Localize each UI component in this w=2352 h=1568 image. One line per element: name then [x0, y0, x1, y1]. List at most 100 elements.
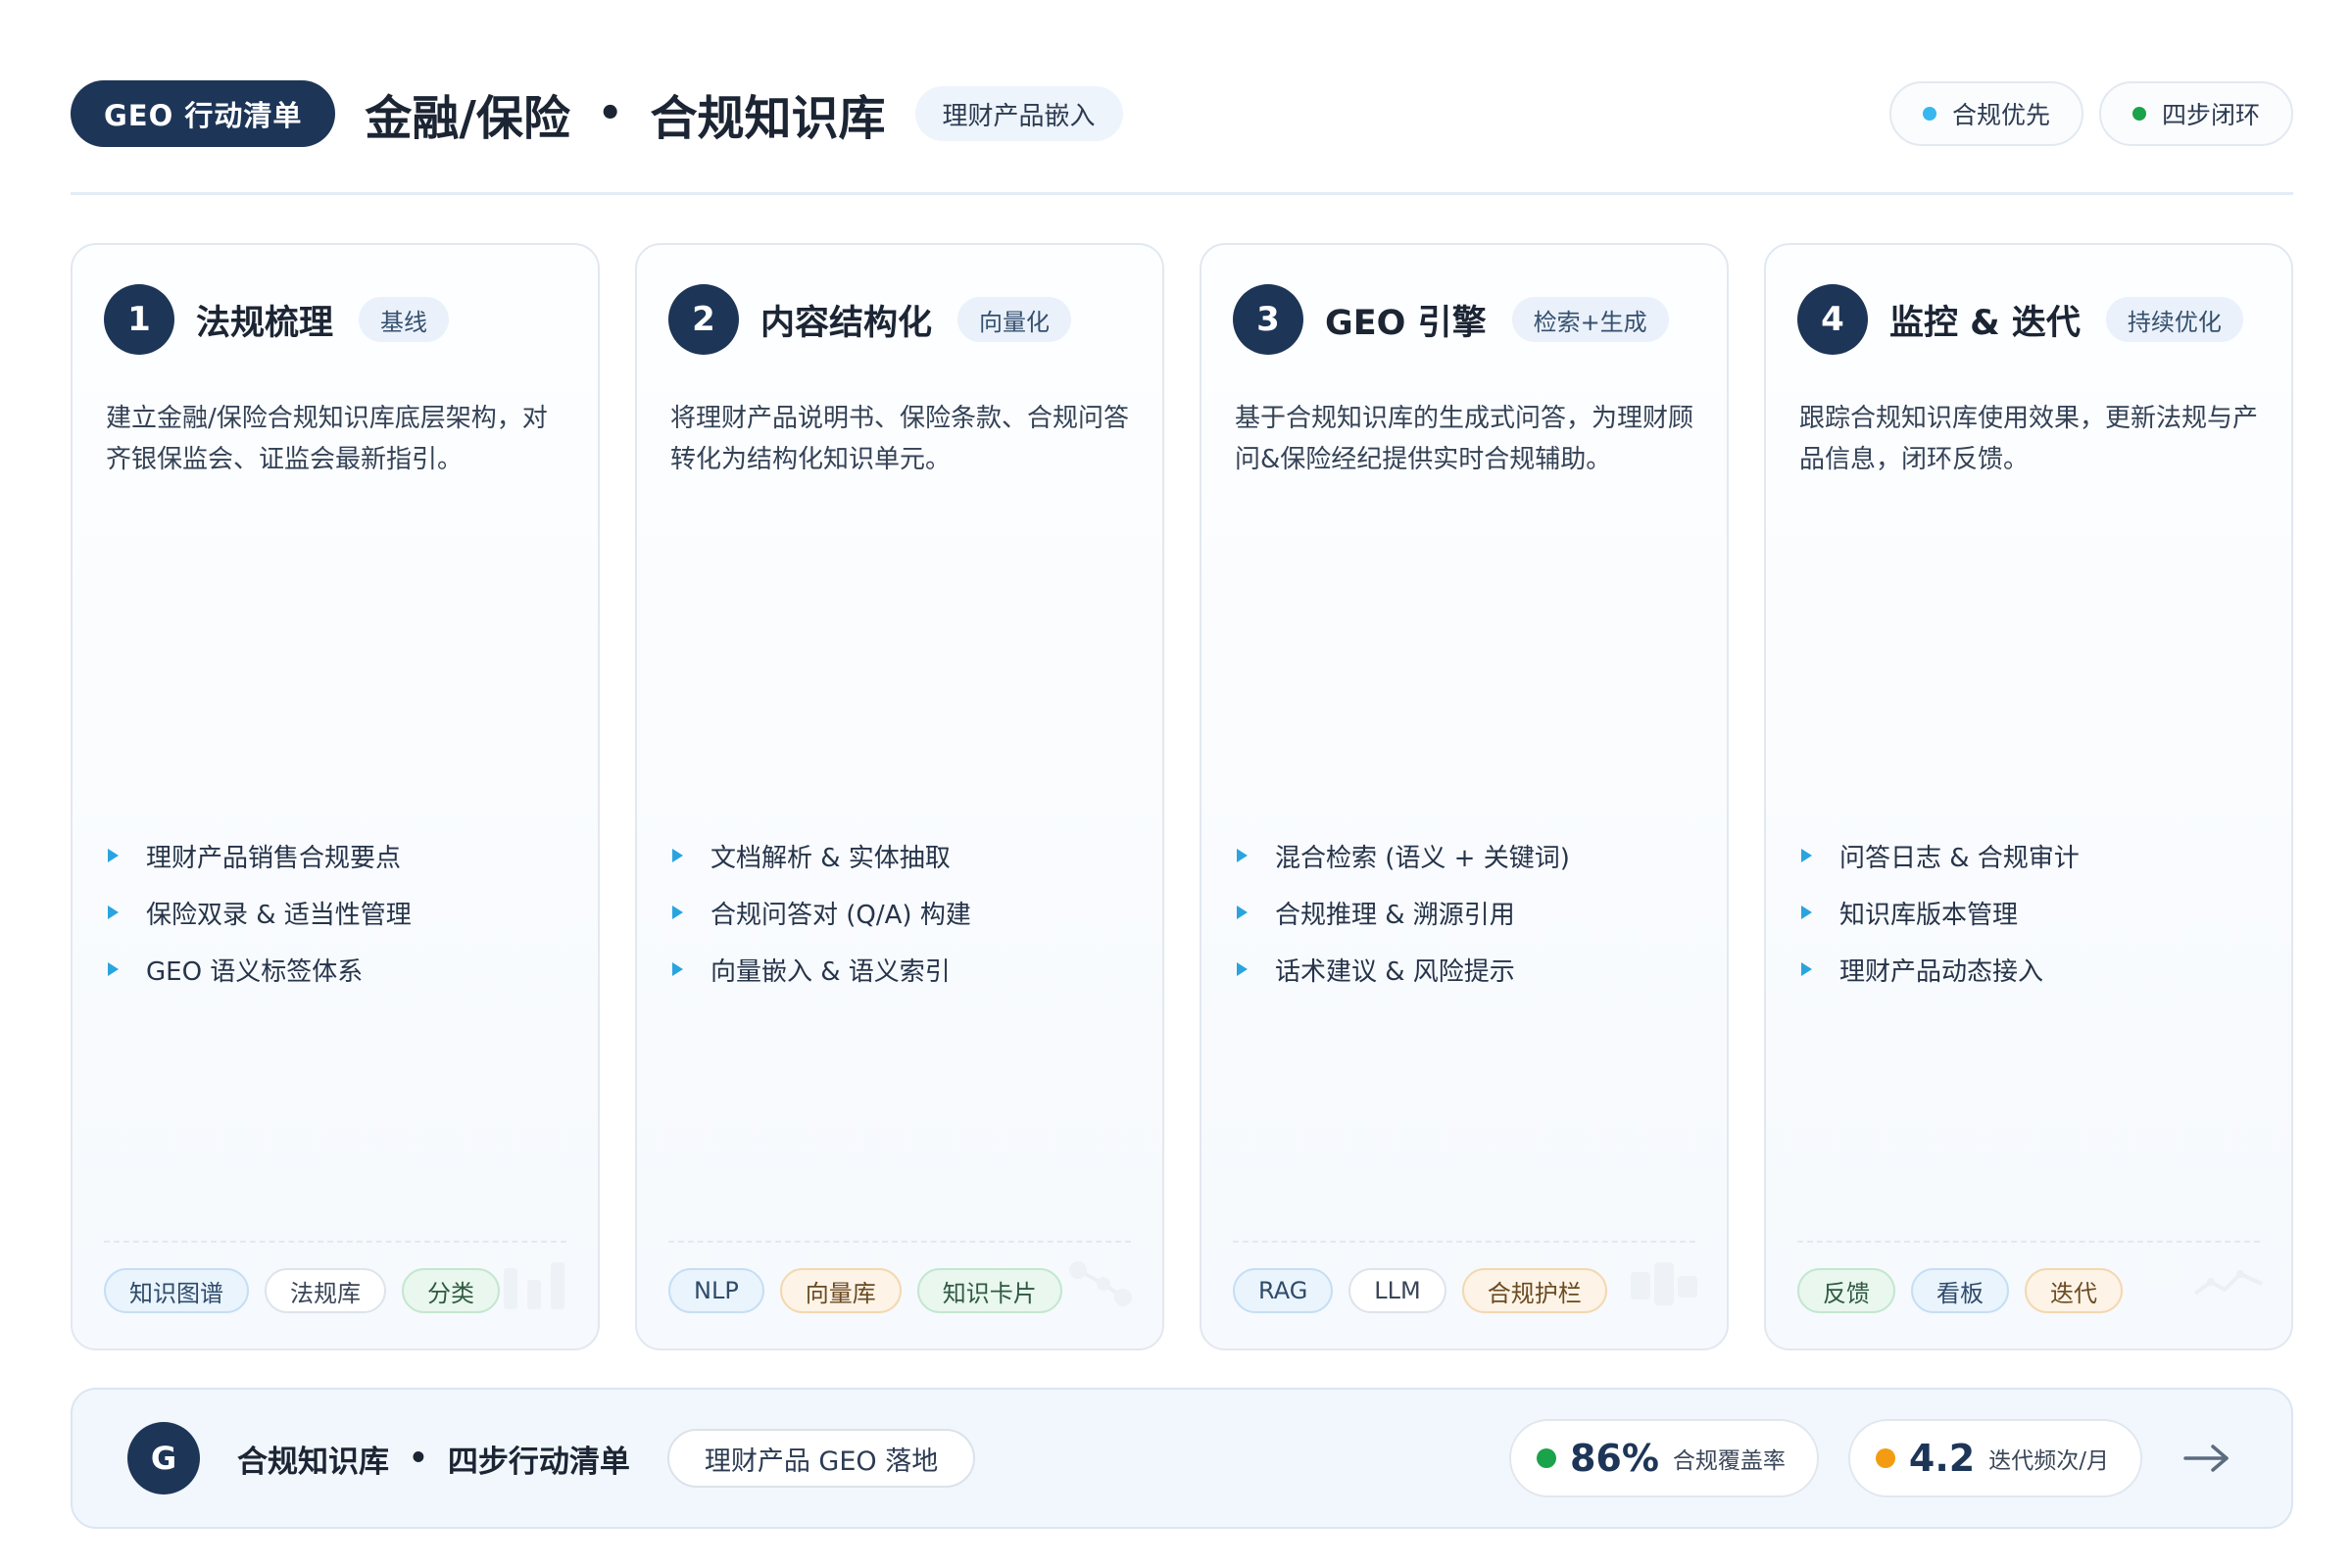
subtitle-chip[interactable]: 理财产品嵌入 — [914, 86, 1123, 141]
status-label: 四步闭环 — [2161, 101, 2260, 129]
card-divider — [668, 1241, 1131, 1243]
metric-label: 合规覆盖率 — [1672, 1448, 1786, 1474]
list-item: 知识库版本管理 — [1801, 884, 2262, 941]
card-tag: 持续优化 — [2105, 297, 2243, 342]
triangle-bullet-icon — [1237, 849, 1248, 862]
card-bullet-list: 理财产品销售合规要点 保险双录 & 适当性管理 GEO 语义标签体系 — [108, 827, 568, 998]
list-item: GEO 语义标签体系 — [108, 941, 568, 998]
bullet-text: 合规问答对 (Q/A) 构建 — [710, 900, 971, 930]
header-divider — [71, 192, 2293, 195]
card-tag: 向量化 — [957, 297, 1072, 342]
status-pill-compliance[interactable]: 合规优先 — [1888, 81, 2083, 146]
arrow-right-icon[interactable] — [2178, 1429, 2236, 1488]
card-title: 内容结构化 — [760, 303, 933, 343]
triangle-bullet-icon — [1801, 906, 1812, 919]
card-description: 跟踪合规知识库使用效果，更新法规与产品信息，闭环反馈。 — [1799, 404, 2259, 474]
list-item: 理财产品销售合规要点 — [108, 827, 568, 884]
bullet-text: 合规推理 & 溯源引用 — [1275, 900, 1515, 930]
step-card-2[interactable]: 2 内容结构化 向量化 将理财产品说明书、保险条款、合规问答转化为结构化知识单元… — [635, 243, 1164, 1350]
list-item: 话术建议 & 风险提示 — [1237, 941, 1697, 998]
summary-bar: G 合规知识库 • 四步行动清单 理财产品 GEO 落地 86% 合规覆盖率 4… — [71, 1388, 2293, 1529]
chip-iteration[interactable]: 迭代 — [2025, 1268, 2123, 1313]
status-group: 合规优先 四步闭环 — [1888, 81, 2293, 146]
card-tag: 基线 — [359, 297, 450, 342]
bullet-text: 问答日志 & 合规审计 — [1839, 843, 2080, 873]
chip-llm[interactable]: LLM — [1348, 1268, 1446, 1313]
card-title: 监控 & 迭代 — [1889, 303, 2081, 343]
step-number: 4 — [1797, 284, 1868, 355]
card-bullet-list: 混合检索 (语义 + 关键词) 合规推理 & 溯源引用 话术建议 & 风险提示 — [1237, 827, 1697, 998]
card-chips: RAG LLM 合规护栏 — [1233, 1268, 1607, 1313]
page: GEO 行动清单 金融/保险 • 合规知识库 理财产品嵌入 合规优先 四步闭环 … — [0, 0, 2352, 1568]
metric-coverage[interactable]: 86% 合规覆盖率 — [1508, 1419, 1819, 1497]
bullet-text: 理财产品动态接入 — [1839, 956, 2044, 987]
page-title-right: 合规知识库 — [650, 91, 886, 146]
chip-regulation-library[interactable]: 法规库 — [265, 1268, 386, 1313]
bullet-text: 理财产品销售合规要点 — [146, 843, 402, 873]
card-header: 4 监控 & 迭代 持续优化 — [1797, 284, 2243, 355]
chip-feedback[interactable]: 反馈 — [1797, 1268, 1895, 1313]
triangle-bullet-icon — [672, 849, 683, 862]
card-chips: 反馈 看板 迭代 — [1797, 1268, 2123, 1313]
triangle-bullet-icon — [1801, 849, 1812, 862]
card-header: 2 内容结构化 向量化 — [668, 284, 1072, 355]
step-number: 1 — [104, 284, 174, 355]
bar-chart-icon — [504, 1262, 564, 1309]
summary-title-left: 合规知识库 — [237, 1444, 389, 1480]
triangle-bullet-icon — [1237, 962, 1248, 976]
card-tag: 检索+生成 — [1511, 297, 1669, 342]
summary-title-right: 四步行动清单 — [447, 1444, 630, 1480]
chip-knowledge-graph[interactable]: 知识图谱 — [104, 1268, 249, 1313]
step-cards: 1 法规梳理 基线 建立金融/保险合规知识库底层架构，对齐银保监会、证监会最新指… — [71, 243, 2293, 1350]
page-title: 金融/保险 • 合规知识库 — [365, 79, 885, 148]
triangle-bullet-icon — [672, 962, 683, 976]
triangle-bullet-icon — [108, 849, 119, 862]
line-trend-icon — [2193, 1270, 2263, 1296]
bullet-text: 向量嵌入 & 语义索引 — [710, 956, 951, 987]
chip-classification[interactable]: 分类 — [402, 1268, 500, 1313]
bullet-text: GEO 语义标签体系 — [146, 956, 364, 987]
card-divider — [1233, 1241, 1695, 1243]
summary-chip[interactable]: 理财产品 GEO 落地 — [666, 1429, 976, 1488]
status-pill-loop[interactable]: 四步闭环 — [2098, 81, 2293, 146]
bullet-text: 保险双录 & 适当性管理 — [146, 900, 412, 930]
metric-dot-icon — [1536, 1448, 1556, 1468]
card-header: 1 法规梳理 基线 — [104, 284, 450, 355]
metric-dot-icon — [1875, 1448, 1895, 1468]
list-item: 合规推理 & 溯源引用 — [1237, 884, 1697, 941]
metric-iteration-frequency[interactable]: 4.2 迭代频次/月 — [1847, 1419, 2142, 1497]
chip-compliance-guardrail[interactable]: 合规护栏 — [1461, 1268, 1607, 1313]
chip-vector-store[interactable]: 向量库 — [779, 1268, 902, 1313]
list-item: 理财产品动态接入 — [1801, 941, 2262, 998]
step-card-1[interactable]: 1 法规梳理 基线 建立金融/保险合规知识库底层架构，对齐银保监会、证监会最新指… — [71, 243, 600, 1350]
card-header: 3 GEO 引擎 检索+生成 — [1233, 284, 1669, 355]
list-item: 混合检索 (语义 + 关键词) — [1237, 827, 1697, 884]
step-card-4[interactable]: 4 监控 & 迭代 持续优化 跟踪合规知识库使用效果，更新法规与产品信息，闭环反… — [1764, 243, 2293, 1350]
list-item: 合规问答对 (Q/A) 构建 — [672, 884, 1133, 941]
card-description: 基于合规知识库的生成式问答，为理财顾问&保险经纪提供实时合规辅助。 — [1235, 404, 1694, 474]
chip-nlp[interactable]: NLP — [668, 1268, 764, 1313]
card-description: 建立金融/保险合规知识库底层架构，对齐银保监会、证监会最新指引。 — [106, 404, 548, 474]
g-logo-badge: G — [127, 1422, 200, 1494]
triangle-bullet-icon — [1801, 962, 1812, 976]
card-chips: NLP 向量库 知识卡片 — [668, 1268, 1062, 1313]
chip-dashboard[interactable]: 看板 — [1911, 1268, 2009, 1313]
metric-value: 4.2 — [1908, 1437, 1976, 1480]
card-title: 法规梳理 — [196, 303, 334, 343]
header: GEO 行动清单 金融/保险 • 合规知识库 理财产品嵌入 合规优先 四步闭环 — [71, 78, 2293, 149]
chip-knowledge-card[interactable]: 知识卡片 — [916, 1268, 1062, 1313]
card-chips: 知识图谱 法规库 分类 — [104, 1268, 500, 1313]
metric-label: 迭代频次/月 — [1988, 1448, 2109, 1474]
page-title-left: 金融/保险 — [365, 91, 570, 146]
geo-action-badge[interactable]: GEO 行动清单 — [71, 80, 336, 147]
step-card-3[interactable]: 3 GEO 引擎 检索+生成 基于合规知识库的生成式问答，为理财顾问&保险经纪提… — [1200, 243, 1729, 1350]
card-divider — [104, 1241, 566, 1243]
triangle-bullet-icon — [1237, 906, 1248, 919]
card-title: GEO 引擎 — [1325, 303, 1487, 343]
card-bullet-list: 问答日志 & 合规审计 知识库版本管理 理财产品动态接入 — [1801, 827, 2262, 998]
triangle-bullet-icon — [672, 906, 683, 919]
metrics-group: 86% 合规覆盖率 4.2 迭代频次/月 — [1508, 1419, 2236, 1497]
chip-rag[interactable]: RAG — [1233, 1268, 1334, 1313]
title-separator: • — [597, 91, 623, 136]
list-item: 向量嵌入 & 语义索引 — [672, 941, 1133, 998]
